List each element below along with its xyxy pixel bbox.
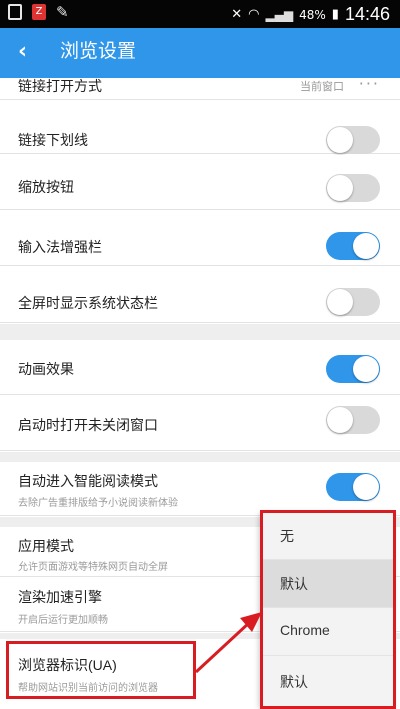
annotation-arrow <box>194 612 262 674</box>
